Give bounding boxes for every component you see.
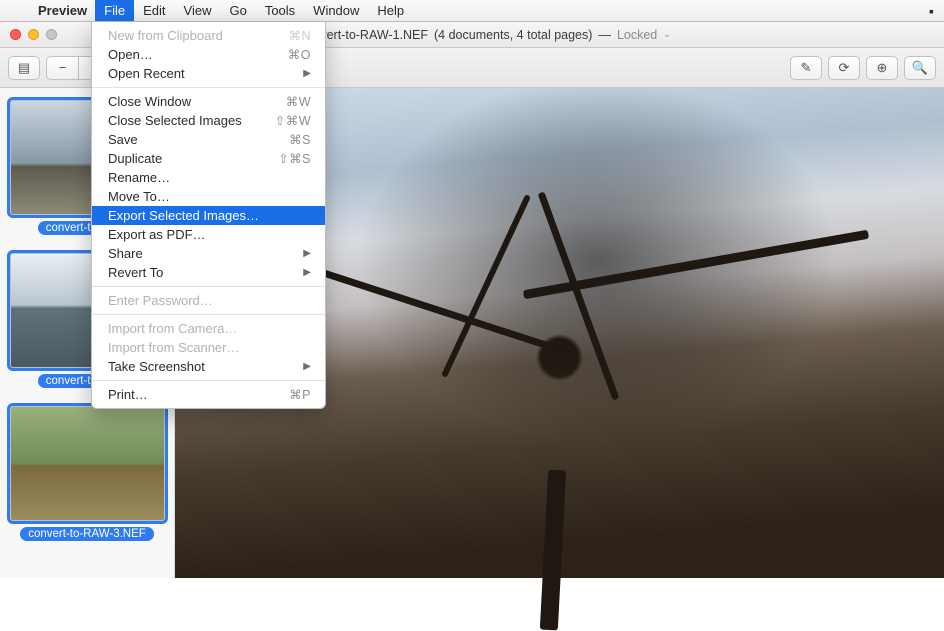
menu-item-label: Enter Password…	[108, 293, 311, 308]
menu-item-shortcut: ⌘N	[288, 28, 311, 43]
app-name[interactable]: Preview	[30, 3, 95, 18]
thumbnail-label: convert-to-RAW-3.NEF	[20, 527, 154, 541]
menu-go[interactable]: Go	[220, 0, 255, 21]
menu-item-label: Close Window	[108, 94, 286, 109]
locked-status[interactable]: Locked	[617, 28, 657, 42]
menu-separator	[92, 380, 325, 381]
markup-button[interactable]: ✎	[790, 56, 822, 80]
menu-item-shortcut: ⌘S	[289, 132, 311, 147]
zoom-out-button[interactable]: −	[46, 56, 78, 80]
menu-item: Enter Password…	[92, 291, 325, 310]
menu-item: New from Clipboard⌘N	[92, 26, 325, 45]
menu-item-label: Share	[108, 246, 303, 261]
menu-item-shortcut: ⇧⌘S	[278, 151, 311, 166]
menu-item-label: Revert To	[108, 265, 303, 280]
menu-window[interactable]: Window	[304, 0, 368, 21]
menu-item-shortcut: ⌘O	[288, 47, 311, 62]
menu-item[interactable]: Share▶	[92, 244, 325, 263]
menu-file[interactable]: File	[95, 0, 134, 21]
menu-item-shortcut: ⌘W	[286, 94, 311, 109]
menu-item-label: Import from Scanner…	[108, 340, 311, 355]
menu-item-label: Move To…	[108, 189, 311, 204]
menu-view[interactable]: View	[175, 0, 221, 21]
menu-item-label: Duplicate	[108, 151, 278, 166]
menu-item[interactable]: Open Recent▶	[92, 64, 325, 83]
menu-item[interactable]: Export as PDF…	[92, 225, 325, 244]
close-window-button[interactable]	[10, 29, 21, 40]
menu-item-label: Open Recent	[108, 66, 303, 81]
traffic-lights	[0, 29, 67, 40]
thumbnail-3[interactable]: convert-to-RAW-3.NEF	[8, 406, 166, 541]
menu-separator	[92, 286, 325, 287]
menu-item-label: Rename…	[108, 170, 311, 185]
menu-item-label: Print…	[108, 387, 289, 402]
document-summary: (4 documents, 4 total pages)	[434, 28, 592, 42]
menu-item-label: Take Screenshot	[108, 359, 303, 374]
menu-tools[interactable]: Tools	[256, 0, 304, 21]
title-separator: —	[598, 28, 611, 42]
menu-item[interactable]: Take Screenshot▶	[92, 357, 325, 376]
menubar: Preview File Edit View Go Tools Window H…	[0, 0, 944, 22]
thumbnail-image[interactable]	[10, 406, 165, 521]
menu-item[interactable]: Export Selected Images…	[92, 206, 325, 225]
menu-item[interactable]: Save⌘S	[92, 130, 325, 149]
menu-item[interactable]: Open…⌘O	[92, 45, 325, 64]
menu-item-label: Open…	[108, 47, 288, 62]
menu-item[interactable]: Revert To▶	[92, 263, 325, 282]
menu-item-label: Export as PDF…	[108, 227, 311, 242]
menu-item[interactable]: Print…⌘P	[92, 385, 325, 404]
submenu-arrow-icon: ▶	[303, 267, 311, 278]
submenu-arrow-icon: ▶	[303, 361, 311, 372]
menu-item-label: Close Selected Images	[108, 113, 275, 128]
actions-button[interactable]: ⊕	[866, 56, 898, 80]
zoom-window-button[interactable]	[46, 29, 57, 40]
menu-item[interactable]: Close Window⌘W	[92, 92, 325, 111]
facetime-icon[interactable]: ▪	[929, 3, 934, 19]
menu-separator	[92, 314, 325, 315]
menu-item-label: New from Clipboard	[108, 28, 288, 43]
submenu-arrow-icon: ▶	[303, 248, 311, 259]
menu-item[interactable]: Duplicate⇧⌘S	[92, 149, 325, 168]
search-button[interactable]: 🔍	[904, 56, 936, 80]
file-menu-dropdown: New from Clipboard⌘NOpen…⌘OOpen Recent▶C…	[91, 22, 326, 409]
menu-item[interactable]: Close Selected Images⇧⌘W	[92, 111, 325, 130]
rotate-button[interactable]: ⟳	[828, 56, 860, 80]
menu-edit[interactable]: Edit	[134, 0, 174, 21]
menu-item-label: Export Selected Images…	[108, 208, 311, 223]
menu-help[interactable]: Help	[368, 0, 413, 21]
menu-item-label: Import from Camera…	[108, 321, 311, 336]
menu-item-shortcut: ⇧⌘W	[275, 113, 311, 128]
menu-item: Import from Scanner…	[92, 338, 325, 357]
minimize-window-button[interactable]	[28, 29, 39, 40]
menu-item-shortcut: ⌘P	[289, 387, 311, 402]
menu-item: Import from Camera…	[92, 319, 325, 338]
sidebar-toggle-button[interactable]: ▤	[8, 56, 40, 80]
menu-item[interactable]: Move To…	[92, 187, 325, 206]
menu-separator	[92, 87, 325, 88]
menu-item[interactable]: Rename…	[92, 168, 325, 187]
submenu-arrow-icon: ▶	[303, 68, 311, 79]
title-caret-icon[interactable]: ⌄	[663, 29, 671, 40]
menu-item-label: Save	[108, 132, 289, 147]
